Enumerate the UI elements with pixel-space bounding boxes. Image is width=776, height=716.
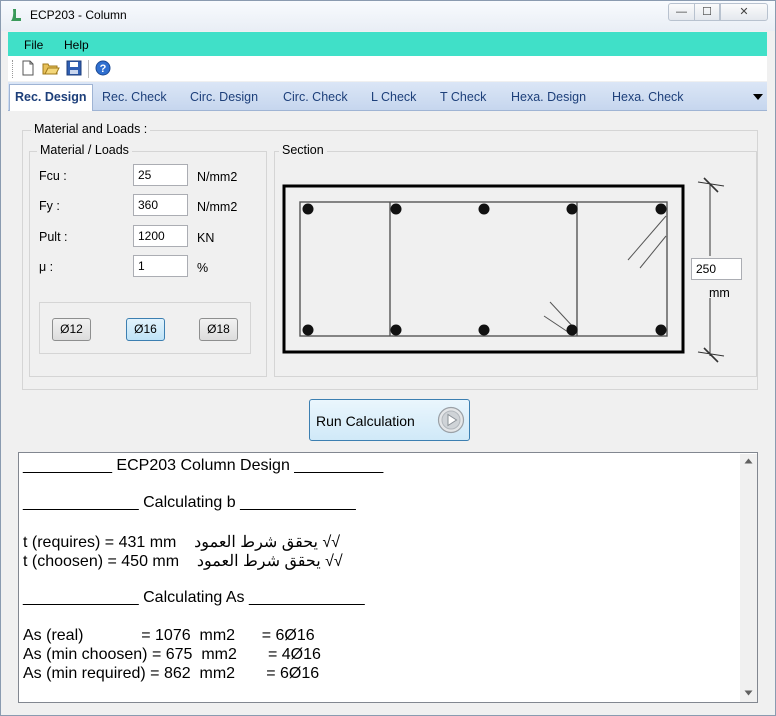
section-dimension-unit: mm [709,286,730,300]
pult-input[interactable] [133,225,188,247]
fy-unit: N/mm2 [197,200,238,214]
mu-unit: % [197,261,209,275]
output-scrollbar[interactable] [740,454,757,702]
new-icon[interactable] [19,59,37,77]
open-icon[interactable] [42,59,60,77]
output-line: __________ ECP203 Column Design ________… [23,457,384,474]
tab-overflow-icon[interactable] [752,93,764,101]
output-line: _____________ Calculating b ____________… [23,494,356,511]
mu-input[interactable] [133,255,188,277]
diameter-18-button[interactable]: Ø18 [199,318,238,341]
tab-hexa-design[interactable]: Hexa. Design [511,90,586,104]
fcu-label: Fcu : [39,169,67,183]
svg-text:?: ? [100,63,107,75]
maximize-button[interactable]: ☐ [694,3,720,21]
fcu-input[interactable] [133,164,188,186]
tab-circ-design[interactable]: Circ. Design [190,90,258,104]
material-loads-title: Material and Loads : [31,122,151,136]
app-icon [11,9,21,21]
save-icon[interactable] [65,59,83,77]
section-title: Section [279,143,327,157]
tab-circ-check[interactable]: Circ. Check [283,90,348,104]
tab-rec-check[interactable]: Rec. Check [102,90,167,104]
mu-label: μ : [39,260,54,274]
play-icon [437,406,465,434]
run-calculation-label: Run Calculation [316,413,415,429]
diameter-12-button[interactable]: Ø12 [52,318,91,341]
output-line: As (real) = 1076 mm2 = 6Ø16 [23,627,315,644]
tab-rec-design-label: Rec. Design [15,90,87,104]
diameter-16-button[interactable]: Ø16 [126,318,165,341]
run-calculation-button[interactable]: Run Calculation [309,399,470,441]
fcu-unit: N/mm2 [197,170,238,184]
toolbar-separator [88,60,89,78]
output-text-area[interactable]: __________ ECP203 Column Design ________… [18,452,758,703]
tab-t-check[interactable]: T Check [440,90,486,104]
fy-label: Fy : [39,199,60,213]
material-sub-title: Material / Loads [37,143,132,157]
pult-label: Pult : [39,230,68,244]
help-icon[interactable]: ? [94,59,112,77]
scroll-up-icon[interactable] [744,458,753,464]
output-line: t (requires) = 431 mm يحقق شرط العمود √√ [23,534,341,551]
minimize-button[interactable]: — [668,3,695,21]
output-line: _____________ Calculating As ___________… [23,589,365,606]
scroll-down-icon[interactable] [744,690,753,696]
output-line: As (min required) = 862 mm2 = 6Ø16 [23,665,320,682]
menu-bar [8,32,767,56]
fy-input[interactable] [133,194,188,216]
pult-unit: KN [197,231,215,245]
menu-file[interactable]: File [24,38,43,52]
window-title: ECP203 - Column [30,8,127,22]
toolbar-grip [12,60,14,78]
menu-help[interactable]: Help [64,38,89,52]
tab-l-check[interactable]: L Check [371,90,416,104]
section-drawing [282,177,725,363]
output-line: As (min choosen) = 675 mm2 = 4Ø16 [23,646,321,663]
tab-hexa-check[interactable]: Hexa. Check [612,90,684,104]
output-line: t (choosen) = 450 mm يحقق شرط العمود √√ [23,553,343,570]
toolbar [8,56,767,81]
close-button[interactable]: ✕ [720,3,768,21]
section-dimension-input[interactable] [691,258,742,280]
